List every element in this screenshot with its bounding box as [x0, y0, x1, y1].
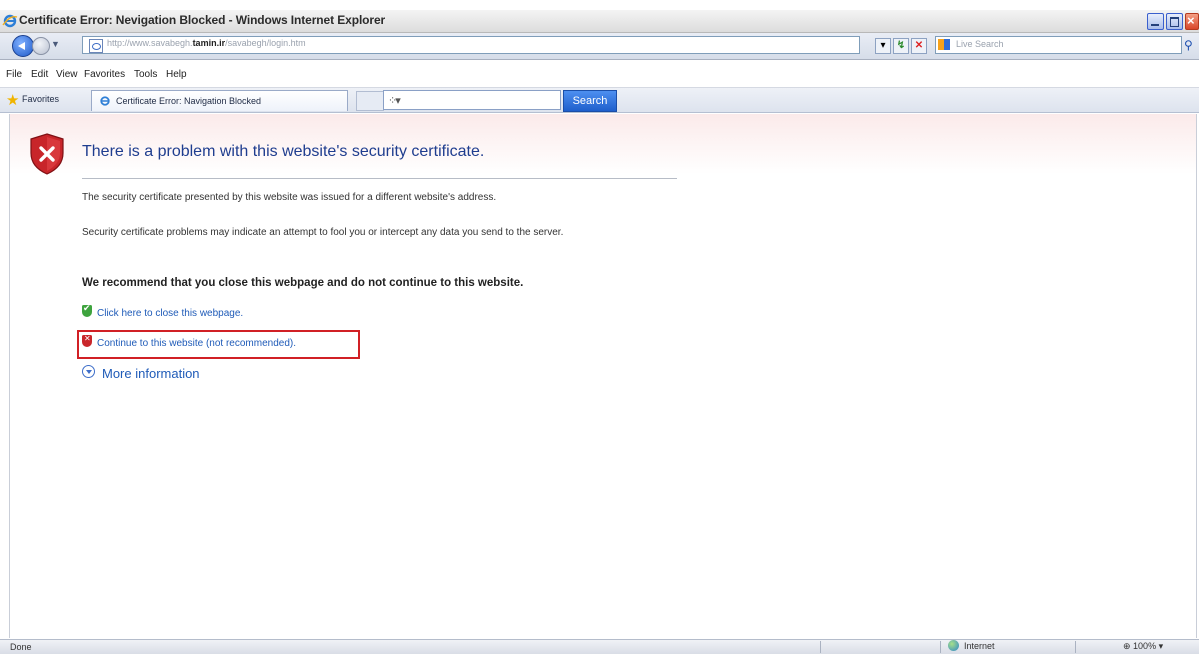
- globe-icon: [948, 640, 959, 651]
- maximize-button[interactable]: [1166, 13, 1183, 30]
- ie-page-icon: [100, 96, 110, 106]
- zoom-level: 100%: [1133, 641, 1157, 651]
- address-url[interactable]: http://www.savabegh.tamin.ir/savabegh/lo…: [107, 38, 306, 48]
- close-webpage-link[interactable]: Click here to close this webpage.: [82, 303, 243, 319]
- recommendation-text: We recommend that you close this webpage…: [82, 277, 524, 289]
- toolbar-search-logo-icon: ⁘▾: [388, 95, 401, 107]
- menu-view[interactable]: View: [56, 69, 78, 80]
- favorites-star-icon[interactable]: ★: [6, 91, 19, 109]
- tab-title: Certificate Error: Navigation Blocked: [116, 96, 262, 106]
- search-icon[interactable]: ⚲: [1184, 38, 1193, 52]
- shield-x-icon: [82, 334, 92, 347]
- toolbar-search-button[interactable]: Search: [563, 90, 617, 112]
- refresh-icon[interactable]: ↯: [893, 38, 909, 54]
- search-provider-icon[interactable]: [938, 39, 950, 50]
- window-title: Certificate Error: Nevigation Blocked - …: [19, 13, 386, 27]
- menu-edit[interactable]: Edit: [31, 69, 48, 80]
- minimize-button[interactable]: [1147, 13, 1164, 30]
- favorites-bar: ★ Favorites Certificate Error: Navigatio…: [0, 88, 1199, 113]
- status-divider: [1075, 641, 1076, 653]
- window-controls: ×: [1145, 13, 1199, 30]
- menu-bar: File Edit View Favorites Tools Help: [0, 64, 1199, 88]
- status-divider: [940, 641, 941, 653]
- toolbar-search-input[interactable]: ⁘▾: [383, 90, 561, 110]
- status-text: Done: [10, 642, 32, 652]
- page-title: There is a problem with this website's s…: [82, 143, 485, 160]
- live-search-input[interactable]: Live Search: [935, 36, 1182, 54]
- menu-file[interactable]: File: [6, 69, 22, 80]
- title-bar: Certificate Error: Nevigation Blocked - …: [0, 10, 1199, 33]
- address-dropdown-icon[interactable]: ▾: [875, 38, 891, 54]
- tab-certificate-error[interactable]: Certificate Error: Navigation Blocked: [91, 90, 348, 111]
- expand-icon[interactable]: [82, 365, 95, 378]
- address-tools: ▾ ↯ ✕: [875, 38, 929, 54]
- favorites-button[interactable]: Favorites: [22, 94, 59, 104]
- forward-button[interactable]: [32, 37, 50, 55]
- more-information-link[interactable]: More information: [82, 365, 200, 381]
- shield-error-icon: [30, 133, 64, 175]
- address-toolbar: ▼ http://www.savabegh.tamin.ir/savabegh/…: [0, 33, 1199, 60]
- close-window-button[interactable]: ×: [1185, 13, 1199, 30]
- stop-icon[interactable]: ✕: [911, 38, 927, 54]
- continue-website-label[interactable]: Continue to this website (not recommende…: [97, 338, 296, 349]
- close-webpage-label[interactable]: Click here to close this webpage.: [97, 308, 243, 319]
- shield-ok-icon: [82, 303, 92, 317]
- cert-mismatch-text: The security certificate presented by th…: [82, 192, 497, 203]
- menu-tools[interactable]: Tools: [134, 69, 157, 80]
- ie-logo-icon: [2, 14, 18, 28]
- menu-favorites[interactable]: Favorites: [84, 69, 125, 80]
- history-dropdown-icon[interactable]: ▼: [51, 39, 60, 49]
- continue-website-link[interactable]: Continue to this website (not recommende…: [82, 334, 296, 349]
- status-bar: Done Internet ⊕ 100% ▾: [0, 639, 1199, 654]
- zone-label: Internet: [964, 641, 995, 651]
- security-zone[interactable]: Internet: [948, 640, 995, 651]
- address-input[interactable]: http://www.savabegh.tamin.ir/savabegh/lo…: [82, 36, 860, 54]
- back-button[interactable]: [12, 35, 34, 57]
- zoom-control[interactable]: ⊕ 100% ▾: [1123, 641, 1163, 652]
- search-placeholder: Live Search: [956, 39, 1004, 49]
- more-information-label[interactable]: More information: [102, 366, 200, 381]
- page-icon: [89, 39, 103, 53]
- status-divider: [820, 641, 821, 653]
- new-tab-button[interactable]: [356, 91, 384, 111]
- menu-help[interactable]: Help: [166, 69, 187, 80]
- cert-warning-text: Security certificate problems may indica…: [82, 227, 564, 238]
- divider: [82, 178, 677, 179]
